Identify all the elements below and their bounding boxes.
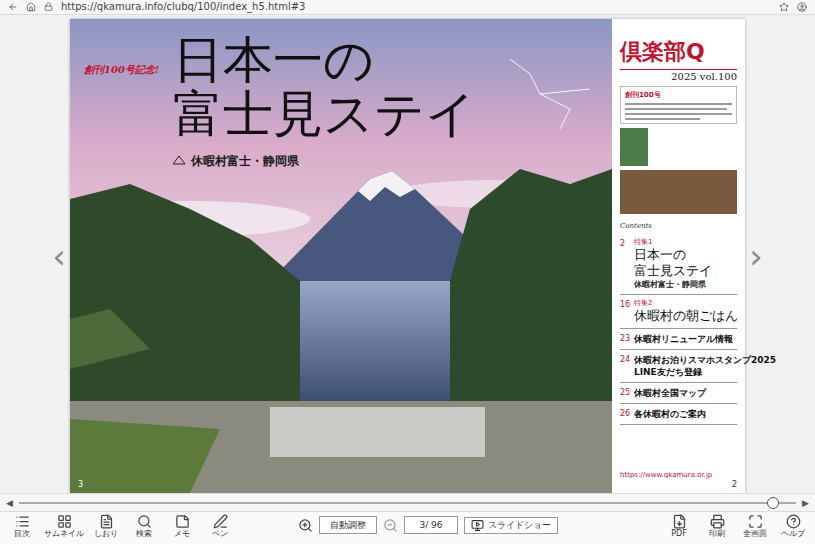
tool-icon [213,514,228,529]
profile-icon[interactable] [797,2,807,12]
contents-sub: 休暇村富士・静岡県 [634,279,712,290]
anniversary-badge: 創刊100号記念! [84,63,159,77]
contents-title: 各休暇村のご案内 [634,408,706,420]
tool-icon [748,514,763,529]
contents-page: 26 [620,408,630,420]
slider-prev[interactable]: ◀ [6,498,13,508]
contents-item[interactable]: 24 休暇村お泊りスマホスタンプ2025LINE友だち登録 [620,350,737,383]
contents-title: 富士見ステイ [634,263,712,279]
contents-title: 休暇村全国マップ [634,387,706,399]
thumb-photo [620,128,648,166]
tool-icon [175,514,190,529]
page-number: 2 [732,480,737,489]
browser-bar: https://qkamura.info/clubq/100/index_h5.… [0,0,815,15]
title-block: 創刊100号記念! 日本一の富士見ステイ休暇村富士・静岡県 [84,33,476,170]
tool-icon [137,514,152,529]
contents-title: LINE友だち登録 [634,366,737,378]
room-photo [620,170,737,214]
contents-page: 2 [620,238,630,290]
tool-button[interactable]: 検索 [126,514,162,539]
contents-list: 2 特集1日本一の富士見ステイ休暇村富士・静岡県 16 特集2休暇村の朝ごはん 23 休暇… [620,234,737,425]
viewer-page: https://qkamura.info/clubq/100/index_h5.… [0,0,815,544]
site-url: https://www.qkamura.or.jp [620,471,737,479]
contents-title: 休暇村の朝ごはん [634,308,737,324]
contents-title: 休暇村リニューアル情報 [634,333,733,345]
page-spread: 創刊100号記念!日本一の富士見ステイ休暇村富士・静岡県3倶楽部Q2025 vo… [70,19,745,493]
title-line: 富士見ステイ [173,87,476,141]
zoom-in-icon[interactable] [298,518,313,533]
contents-item[interactable]: 26 各休暇村のご案内 [620,404,737,425]
slider-thumb[interactable] [767,497,779,509]
page-field[interactable]: 3/ 96 [404,516,458,534]
tool-button[interactable]: サムネイル [42,514,86,539]
tool-icon [672,514,687,529]
back-icon[interactable] [8,2,18,12]
issue: 2025 vol.100 [620,69,737,82]
tool-button[interactable]: 印刷 [699,514,735,539]
contents-item[interactable]: 25 休暇村全国マップ [620,383,737,404]
title: 日本一の富士見ステイ休暇村富士・静岡県 [173,33,476,170]
slideshow-icon [471,519,484,532]
prev-page-button[interactable]: ‹ [48,19,70,493]
tool-button[interactable]: 全画面 [737,514,773,539]
contents-page: 24 [620,354,630,378]
contents-title: 休暇村お泊りスマホスタンプ2025 [634,354,737,366]
contents-title: 日本一の [634,247,712,263]
contents-label: Contents [620,222,737,230]
tool-icon [786,514,801,529]
contents-item[interactable]: 2 特集1日本一の富士見ステイ休暇村富士・静岡県 [620,234,737,295]
zoom-out-icon[interactable] [383,518,398,533]
star-icon[interactable] [779,2,789,12]
zoom-field[interactable]: 自動調整 [319,516,377,534]
contents-page: 16 [620,299,630,324]
tool-icon [57,514,72,529]
page-number: 3 [78,480,83,489]
notice-label: 創刊100号 [625,90,732,100]
slideshow-button[interactable]: スライドショー [464,517,558,534]
next-page-button[interactable]: › [745,19,767,493]
contents-page: 23 [620,333,630,345]
left-page: 創刊100号記念! 日本一の富士見ステイ休暇村富士・静岡県 3 [70,19,612,493]
thumb-row [620,128,737,166]
contents-tag: 特集1 [634,238,712,247]
address-bar[interactable]: https://qkamura.info/clubq/100/index_h5.… [61,1,771,13]
notice-box: 創刊100号 [620,86,737,124]
contents-item[interactable]: 23 休暇村リニューアル情報 [620,329,737,350]
page-slider: ◀▶ [0,493,815,512]
tool-icon [15,514,30,529]
contents-item[interactable]: 16 特集2休暇村の朝ごはん [620,295,737,329]
lock-icon [44,2,53,11]
right-page: 倶楽部Q 2025 vol.100 創刊100号 Contents 2 特集1日本一の富士… [612,19,745,493]
toolbar: 目次サムネイルしおり検索メモペン 自動調整 3/ 96 スライドショー PDF印刷全画面… [0,511,815,544]
tool-icon [99,514,114,529]
logo-icon [173,156,185,166]
contents-tag: 特集2 [634,299,737,308]
tool-icon [710,514,725,529]
slider-track[interactable] [19,502,796,504]
tool-button[interactable]: ヘルプ [775,514,811,539]
slider-next[interactable]: ▶ [802,498,809,508]
home-icon[interactable] [26,2,36,12]
tool-button[interactable]: ペン [202,514,238,539]
tool-button[interactable]: 目次 [4,514,40,539]
subtitle: 休暇村富士・静岡県 [173,153,476,170]
brand: 倶楽部Q [620,39,737,65]
tool-button[interactable]: PDF [661,514,697,539]
tool-button[interactable]: しおり [88,514,124,539]
tool-button[interactable]: メモ [164,514,200,539]
viewer: ‹創刊100号記念!日本一の富士見ステイ休暇村富士・静岡県3倶楽部Q2025 v… [0,15,815,493]
title-line: 日本一の [173,33,476,87]
contents-page: 25 [620,387,630,399]
